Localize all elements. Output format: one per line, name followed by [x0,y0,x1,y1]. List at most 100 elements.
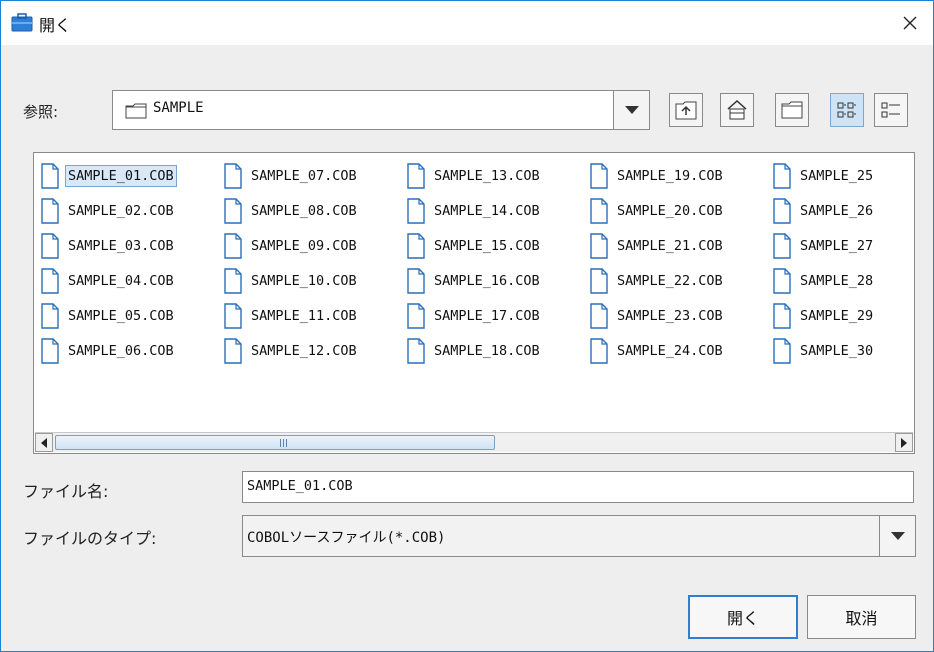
briefcase-icon [11,13,33,32]
file-icon [41,337,59,364]
file-icon [590,267,608,294]
file-name: SAMPLE_29 [800,307,874,324]
file-icon [773,232,791,259]
file-icon [407,197,425,224]
close-icon [903,16,917,30]
scroll-left-button[interactable] [35,433,53,452]
look-in-combo[interactable]: SAMPLE [112,90,650,130]
up-one-level-button[interactable] [669,93,703,127]
file-item[interactable]: SAMPLE_17.COB [404,299,587,332]
filename-label: ファイル名: [23,482,109,501]
file-item[interactable]: SAMPLE_05.COB [38,299,221,332]
filename-input[interactable]: SAMPLE_01.COB [242,471,914,503]
file-item[interactable]: SAMPLE_01.COB [38,159,221,192]
file-name: SAMPLE_18.COB [434,342,540,359]
home-icon [727,99,747,120]
file-icon [590,232,608,259]
file-item[interactable]: SAMPLE_09.COB [221,229,404,262]
close-button[interactable] [887,1,933,45]
file-item[interactable]: SAMPLE_27 [770,229,914,262]
file-icon [41,232,59,259]
home-button[interactable] [720,93,754,127]
file-item[interactable]: SAMPLE_08.COB [221,194,404,227]
file-icon [224,197,242,224]
details-view-button[interactable] [874,93,908,127]
window-title: 開く [39,16,72,35]
file-icon [773,337,791,364]
file-name: SAMPLE_30 [800,342,874,359]
list-view-button[interactable] [830,93,864,127]
file-item[interactable]: SAMPLE_21.COB [587,229,770,262]
folder-icon [125,103,147,119]
details-view-icon [881,102,900,118]
file-item[interactable]: SAMPLE_28 [770,264,914,297]
file-name: SAMPLE_08.COB [251,202,357,219]
file-name: SAMPLE_09.COB [251,237,357,254]
file-icon [41,302,59,329]
file-item[interactable]: SAMPLE_18.COB [404,334,587,367]
file-item[interactable]: SAMPLE_29 [770,299,914,332]
file-icon [224,302,242,329]
cancel-button[interactable]: 取消 [807,595,916,639]
file-name: SAMPLE_02.COB [68,202,174,219]
file-item[interactable]: SAMPLE_23.COB [587,299,770,332]
file-name: SAMPLE_03.COB [68,237,174,254]
file-item[interactable]: SAMPLE_11.COB [221,299,404,332]
file-item[interactable]: SAMPLE_22.COB [587,264,770,297]
chevron-down-icon [890,532,905,540]
scroll-thumb[interactable] [55,435,495,450]
look-in-dropdown-button[interactable] [613,91,649,129]
file-item[interactable]: SAMPLE_04.COB [38,264,221,297]
file-icon [41,162,59,189]
thumb-grip [280,439,288,447]
file-item[interactable]: SAMPLE_15.COB [404,229,587,262]
file-item[interactable]: SAMPLE_30 [770,334,914,367]
file-item[interactable]: SAMPLE_02.COB [38,194,221,227]
file-list[interactable]: SAMPLE_01.COB SAMPLE_02.COB SAMPLE_03.COB S… [33,152,915,454]
file-icon [590,162,608,189]
open-button[interactable]: 開く [688,595,798,639]
file-item[interactable]: SAMPLE_12.COB [221,334,404,367]
file-item[interactable]: SAMPLE_06.COB [38,334,221,367]
file-item[interactable]: SAMPLE_14.COB [404,194,587,227]
horizontal-scrollbar[interactable] [35,432,913,452]
chevron-down-icon [624,106,639,114]
file-item[interactable]: SAMPLE_13.COB [404,159,587,192]
scroll-right-button[interactable] [895,433,913,452]
file-name: SAMPLE_20.COB [617,202,723,219]
file-item[interactable]: SAMPLE_25 [770,159,914,192]
look-in-label: 参照: [23,103,59,121]
new-folder-button[interactable] [775,93,809,127]
file-item[interactable]: SAMPLE_07.COB [221,159,404,192]
file-grid: SAMPLE_01.COB SAMPLE_02.COB SAMPLE_03.COB S… [38,159,914,369]
look-in-value: SAMPLE [153,100,204,116]
file-item[interactable]: SAMPLE_03.COB [38,229,221,262]
file-name: SAMPLE_17.COB [434,307,540,324]
file-item[interactable]: SAMPLE_19.COB [587,159,770,192]
file-name: SAMPLE_23.COB [617,307,723,324]
file-item[interactable]: SAMPLE_10.COB [221,264,404,297]
filetype-value: COBOLソースファイル(*.COB) [247,530,446,546]
filetype-dropdown-button[interactable] [879,516,915,556]
file-icon [41,267,59,294]
file-icon [224,232,242,259]
file-name: SAMPLE_16.COB [434,272,540,289]
file-item[interactable]: SAMPLE_20.COB [587,194,770,227]
filetype-label: ファイルのタイプ: [23,529,157,548]
file-name: SAMPLE_05.COB [68,307,174,324]
file-icon [773,197,791,224]
file-name: SAMPLE_01.COB [65,164,177,187]
file-icon [407,162,425,189]
file-item[interactable]: SAMPLE_26 [770,194,914,227]
file-name: SAMPLE_28 [800,272,874,289]
file-name: SAMPLE_25 [800,167,874,184]
file-icon [407,302,425,329]
up-one-level-icon [675,101,697,120]
file-item[interactable]: SAMPLE_16.COB [404,264,587,297]
file-icon [590,337,608,364]
filetype-combo[interactable]: COBOLソースファイル(*.COB) [242,515,916,557]
file-name: SAMPLE_21.COB [617,237,723,254]
open-dialog: 開く 参照: SAMPLE SAMPLE_01.COB SAMPLE_02.CO… [0,0,934,652]
file-icon [224,162,242,189]
file-item[interactable]: SAMPLE_24.COB [587,334,770,367]
